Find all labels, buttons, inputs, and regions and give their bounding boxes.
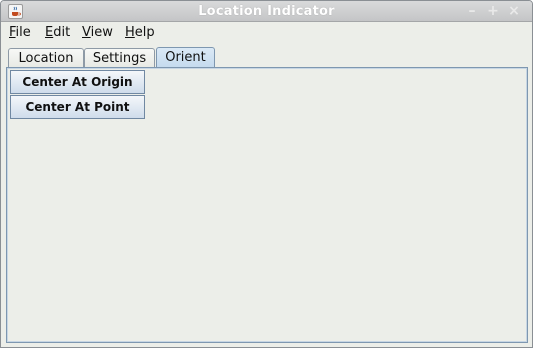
menu-file[interactable]: File — [9, 25, 31, 40]
tab-location[interactable]: Location — [8, 48, 84, 68]
app-window: Location Indicator – + × File Edit View … — [0, 0, 533, 348]
menu-help[interactable]: Help — [125, 25, 155, 40]
tab-settings[interactable]: Settings — [84, 48, 155, 68]
menu-edit-mnemonic: E — [45, 25, 54, 40]
close-icon[interactable]: × — [506, 3, 522, 19]
menu-help-mnemonic: H — [125, 25, 135, 40]
menu-view[interactable]: View — [82, 25, 113, 40]
tab-orient[interactable]: Orient — [156, 47, 215, 68]
menu-edit-label: dit — [53, 25, 71, 40]
menu-edit[interactable]: Edit — [45, 25, 70, 40]
window-title: Location Indicator — [198, 4, 335, 19]
center-at-point-button[interactable]: Center At Point — [10, 95, 145, 119]
menu-file-label: ile — [15, 25, 31, 40]
menu-view-label: iew — [90, 25, 113, 40]
maximize-icon[interactable]: + — [485, 3, 501, 19]
menu-view-mnemonic: V — [82, 25, 91, 40]
menu-help-label: elp — [134, 25, 155, 40]
title-bar[interactable]: Location Indicator – + × — [1, 1, 532, 22]
center-at-origin-button[interactable]: Center At Origin — [10, 70, 145, 94]
menu-bar: File Edit View Help — [1, 22, 532, 42]
tab-strip: Location Settings Orient — [1, 46, 532, 68]
orient-panel: Center At Origin Center At Point — [6, 67, 528, 343]
minimize-icon[interactable]: – — [464, 3, 480, 19]
